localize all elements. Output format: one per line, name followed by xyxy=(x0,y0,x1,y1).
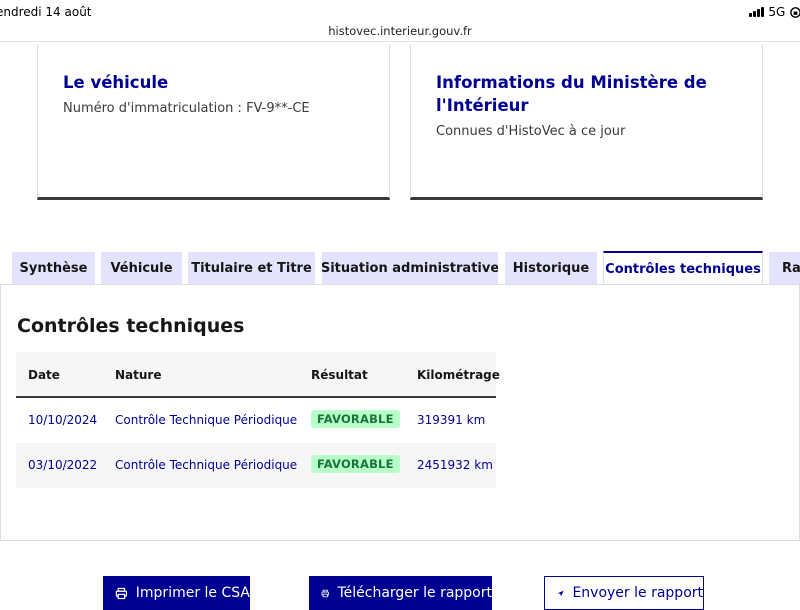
row-date: 03/10/2022 xyxy=(28,458,98,472)
download-report-button[interactable]: Télécharger le rapport xyxy=(309,576,492,610)
toolbar-divider xyxy=(0,41,800,42)
row-date: 10/10/2024 xyxy=(28,413,98,427)
send-icon xyxy=(557,590,564,596)
section-title: Contrôles techniques xyxy=(17,315,245,337)
ministry-card-subtitle: Connues d'HistoVec à ce jour xyxy=(436,124,626,139)
tab-rapport[interactable]: Rap xyxy=(769,252,800,284)
header-nature: Nature xyxy=(115,368,162,382)
ministry-card-title: Informations du Ministère de l'Intérieur xyxy=(436,73,707,115)
tab-historique[interactable]: Historique xyxy=(505,252,597,284)
status-date: endredi 14 août xyxy=(0,5,92,19)
network-label: 5G xyxy=(768,5,786,19)
address-bar[interactable]: histovec.interieur.gouv.fr xyxy=(0,24,800,38)
table-row: 03/10/2022 Contrôle Technique Périodique… xyxy=(16,443,496,488)
row-nature: Contrôle Technique Périodique xyxy=(115,413,298,427)
vehicle-card: Le véhicule Numéro d'immatriculation : F… xyxy=(37,45,390,200)
tab-titulaire[interactable]: Titulaire et Titre xyxy=(188,252,315,284)
header-date: Date xyxy=(28,368,60,382)
tab-bar: Synthèse Véhicule Titulaire et Titre Sit… xyxy=(12,251,800,285)
tab-situation-administrative[interactable]: Situation administrative xyxy=(322,252,498,284)
table-row: 10/10/2024 Contrôle Technique Périodique… xyxy=(16,398,496,443)
send-report-label: Envoyer le rapport xyxy=(572,585,703,601)
status-badge: FAVORABLE xyxy=(311,410,400,428)
download-report-label: Télécharger le rapport xyxy=(337,585,492,601)
row-mileage: 319391 km xyxy=(417,413,486,427)
vehicle-card-title: Le véhicule xyxy=(63,73,169,92)
tab-controles-techniques[interactable]: Contrôles techniques xyxy=(603,251,763,285)
row-nature: Contrôle Technique Périodique xyxy=(115,458,298,472)
print-csa-button[interactable]: Imprimer le CSA xyxy=(103,576,250,610)
tab-vehicule[interactable]: Véhicule xyxy=(101,252,182,284)
header-result: Résultat xyxy=(311,368,368,382)
send-report-button[interactable]: Envoyer le rapport xyxy=(544,576,704,610)
header-mileage: Kilométrage xyxy=(417,368,500,382)
tab-synthese[interactable]: Synthèse xyxy=(12,252,95,284)
status-bar: endredi 14 août 5G 3 xyxy=(0,0,800,22)
row-mileage: 2451932 km xyxy=(417,458,493,472)
ministry-card: Informations du Ministère de l'Intérieur… xyxy=(410,45,763,200)
printer-icon xyxy=(321,589,329,597)
registration-number: Numéro d'immatriculation : FV-9**-CE xyxy=(63,101,310,116)
printer-icon xyxy=(115,587,128,599)
table-header: Date Nature Résultat Kilométrage xyxy=(16,352,500,398)
signal-icon xyxy=(749,7,765,17)
status-indicators: 5G 3 xyxy=(749,5,800,19)
lock-rotation-icon xyxy=(790,6,800,18)
print-csa-label: Imprimer le CSA xyxy=(135,585,250,601)
status-badge: FAVORABLE xyxy=(311,455,400,473)
